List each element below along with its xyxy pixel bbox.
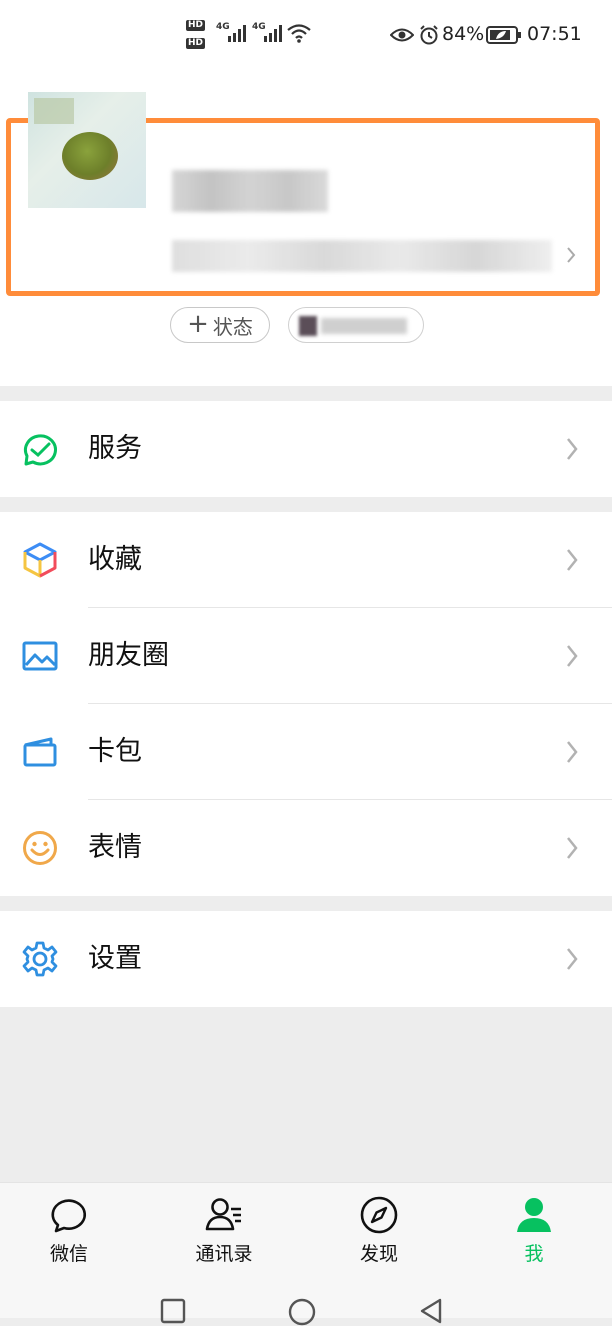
- menu-item-label: 设置: [88, 943, 142, 974]
- chevron-right-icon: [567, 741, 578, 763]
- menu-item-stickers[interactable]: 表情: [0, 800, 612, 896]
- moments-image-icon: [22, 641, 58, 671]
- avatar[interactable]: [28, 92, 146, 208]
- battery-percent: 84%: [442, 23, 485, 45]
- chevron-right-icon: [567, 948, 578, 970]
- status-button-label: 状态: [212, 314, 253, 339]
- menu-group-services: 服务: [0, 401, 612, 497]
- wechat-id-redacted[interactable]: [172, 240, 552, 272]
- alarm-icon: [420, 25, 438, 45]
- system-nav-bar: [0, 1268, 612, 1326]
- add-status-button[interactable]: + 状态: [170, 307, 270, 343]
- nickname-redacted: [172, 170, 328, 212]
- status-bar: HD HD 4G 4G 84% 07:51: [0, 0, 612, 70]
- chevron-right-icon: [567, 837, 578, 859]
- tab-label: 通讯录: [195, 1243, 253, 1265]
- menu-item-label: 服务: [88, 433, 142, 464]
- chevron-right-icon: [567, 645, 578, 667]
- menu-group-settings: 设置: [0, 911, 612, 1007]
- battery-icon: [486, 26, 521, 44]
- friend-status-pill[interactable]: [288, 307, 424, 343]
- chevron-right-icon: [567, 438, 578, 460]
- signal-icon: [264, 25, 282, 42]
- hd-badge: HD: [186, 38, 206, 49]
- chevron-right-icon: [567, 549, 578, 571]
- favorites-cube-icon: [23, 542, 57, 578]
- tab-me[interactable]: 我: [474, 1183, 594, 1269]
- wifi-icon: [287, 24, 311, 43]
- person-icon: [517, 1198, 551, 1232]
- tab-label: 发现: [359, 1243, 398, 1265]
- gear-icon: [22, 941, 58, 977]
- back-triangle-icon[interactable]: [418, 1298, 444, 1324]
- chevron-right-icon: [567, 247, 576, 263]
- tab-discover[interactable]: 发现: [319, 1183, 439, 1269]
- menu-item-label: 收藏: [88, 544, 142, 575]
- eye-icon: [390, 28, 414, 42]
- menu-group-main: 收藏 朋友圈 卡包 表情: [0, 512, 612, 896]
- tab-chats[interactable]: 微信: [9, 1183, 129, 1269]
- tab-label: 我: [524, 1243, 544, 1265]
- smiley-icon: [23, 831, 57, 865]
- services-icon: [23, 434, 57, 466]
- card-wallet-icon: [23, 737, 57, 767]
- chat-icon: [51, 1199, 87, 1233]
- contacts-icon: [205, 1198, 241, 1231]
- clock: 07:51: [527, 23, 582, 45]
- menu-item-cards[interactable]: 卡包: [0, 704, 612, 800]
- bottom-tab-bar: 微信 通讯录 发现 我: [0, 1182, 612, 1269]
- menu-item-services[interactable]: 服务: [0, 401, 612, 497]
- tab-contacts[interactable]: 通讯录: [164, 1183, 284, 1269]
- menu-item-favorites[interactable]: 收藏: [0, 512, 612, 608]
- menu-item-moments[interactable]: 朋友圈: [0, 608, 612, 704]
- signal-icon: [228, 25, 246, 42]
- home-circle-icon[interactable]: [288, 1298, 316, 1326]
- hd-badge: HD: [186, 20, 206, 31]
- recents-square-icon[interactable]: [160, 1298, 186, 1324]
- menu-item-settings[interactable]: 设置: [0, 911, 612, 1007]
- menu-item-label: 朋友圈: [88, 640, 169, 671]
- compass-icon: [360, 1196, 398, 1234]
- plus-icon: +: [187, 309, 209, 339]
- menu-item-label: 卡包: [88, 736, 142, 767]
- tab-label: 微信: [49, 1243, 88, 1265]
- menu-item-label: 表情: [88, 832, 142, 863]
